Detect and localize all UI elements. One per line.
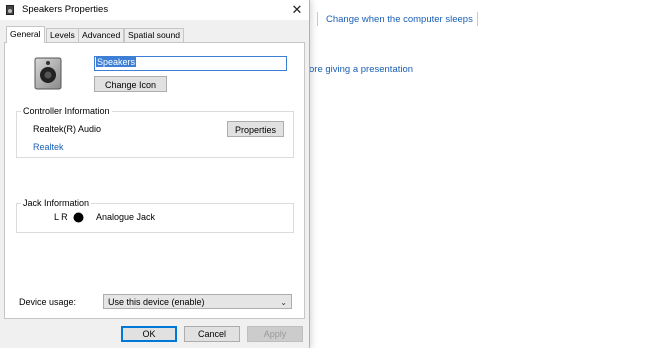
device-usage-label: Device usage: bbox=[19, 297, 77, 307]
jack-dot-icon bbox=[73, 212, 84, 223]
background-divider-right bbox=[477, 12, 478, 26]
tab-advanced[interactable]: Advanced bbox=[78, 28, 125, 42]
chevron-down-icon: ⌄ bbox=[280, 298, 287, 307]
tab-levels[interactable]: Levels bbox=[46, 28, 79, 42]
change-icon-button[interactable]: Change Icon bbox=[94, 76, 167, 92]
ok-button[interactable]: OK bbox=[121, 326, 177, 342]
device-usage-value: Use this device (enable) bbox=[108, 297, 205, 307]
realtek-vendor-link[interactable]: Realtek bbox=[33, 142, 64, 152]
tab-general[interactable]: General bbox=[6, 26, 45, 43]
speaker-icon bbox=[34, 57, 62, 90]
jack-type: Analogue Jack bbox=[96, 212, 156, 222]
device-usage-dropdown[interactable]: Use this device (enable) ⌄ bbox=[103, 294, 292, 309]
speaker-icon bbox=[6, 5, 14, 15]
background-divider bbox=[317, 12, 318, 26]
speakers-properties-dialog: Speakers Properties ✕ General Levels Adv… bbox=[0, 0, 310, 348]
title-bar[interactable]: Speakers Properties ✕ bbox=[0, 0, 309, 20]
close-button[interactable]: ✕ bbox=[288, 2, 306, 18]
controller-name: Realtek(R) Audio bbox=[33, 124, 102, 134]
close-icon: ✕ bbox=[291, 2, 303, 17]
dialog-title: Speakers Properties bbox=[22, 4, 109, 15]
sleep-settings-link[interactable]: Change when the computer sleeps bbox=[326, 14, 473, 25]
controller-information-title: Controller Information bbox=[21, 106, 112, 116]
apply-button[interactable]: Apply bbox=[247, 326, 303, 342]
presentation-link[interactable]: ore giving a presentation bbox=[309, 64, 413, 75]
jack-channels: L R bbox=[54, 212, 68, 222]
device-name-selected-text: Speakers bbox=[96, 57, 137, 67]
device-name-field[interactable]: Speakers bbox=[94, 56, 287, 71]
tab-spatial-sound[interactable]: Spatial sound bbox=[124, 28, 185, 42]
controller-properties-button[interactable]: Properties bbox=[227, 121, 284, 137]
cancel-button[interactable]: Cancel bbox=[184, 326, 240, 342]
jack-information-title: Jack Information bbox=[21, 198, 92, 208]
